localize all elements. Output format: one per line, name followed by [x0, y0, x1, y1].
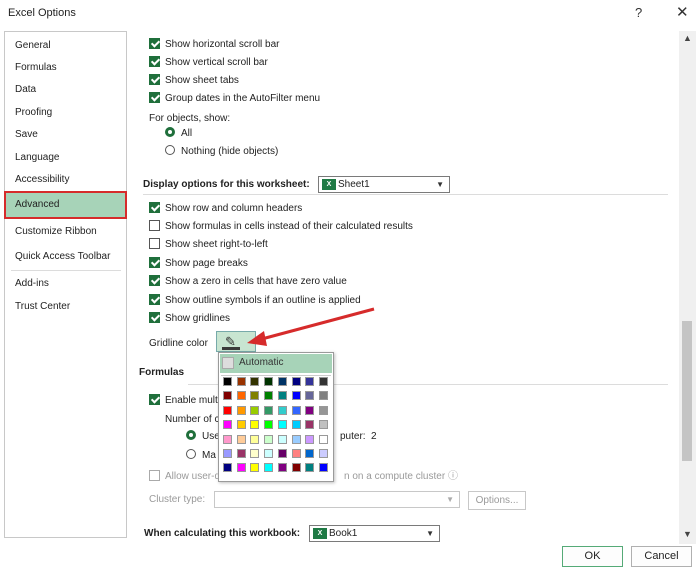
- scroll-down-icon[interactable]: ▼: [683, 529, 692, 539]
- scrollbar-thumb[interactable]: [682, 321, 692, 461]
- arrow-head: [247, 331, 267, 346]
- vertical-scrollbar[interactable]: ▲ ▼: [679, 31, 696, 544]
- cancel-button[interactable]: Cancel: [631, 546, 692, 567]
- scroll-up-icon[interactable]: ▲: [683, 33, 692, 43]
- arrow-line: [257, 307, 375, 342]
- red-arrow-annotation: [247, 307, 375, 346]
- excel-options-dialog: Excel Options ? ✕ General Formulas Data …: [0, 0, 700, 571]
- ok-button[interactable]: OK: [562, 546, 623, 567]
